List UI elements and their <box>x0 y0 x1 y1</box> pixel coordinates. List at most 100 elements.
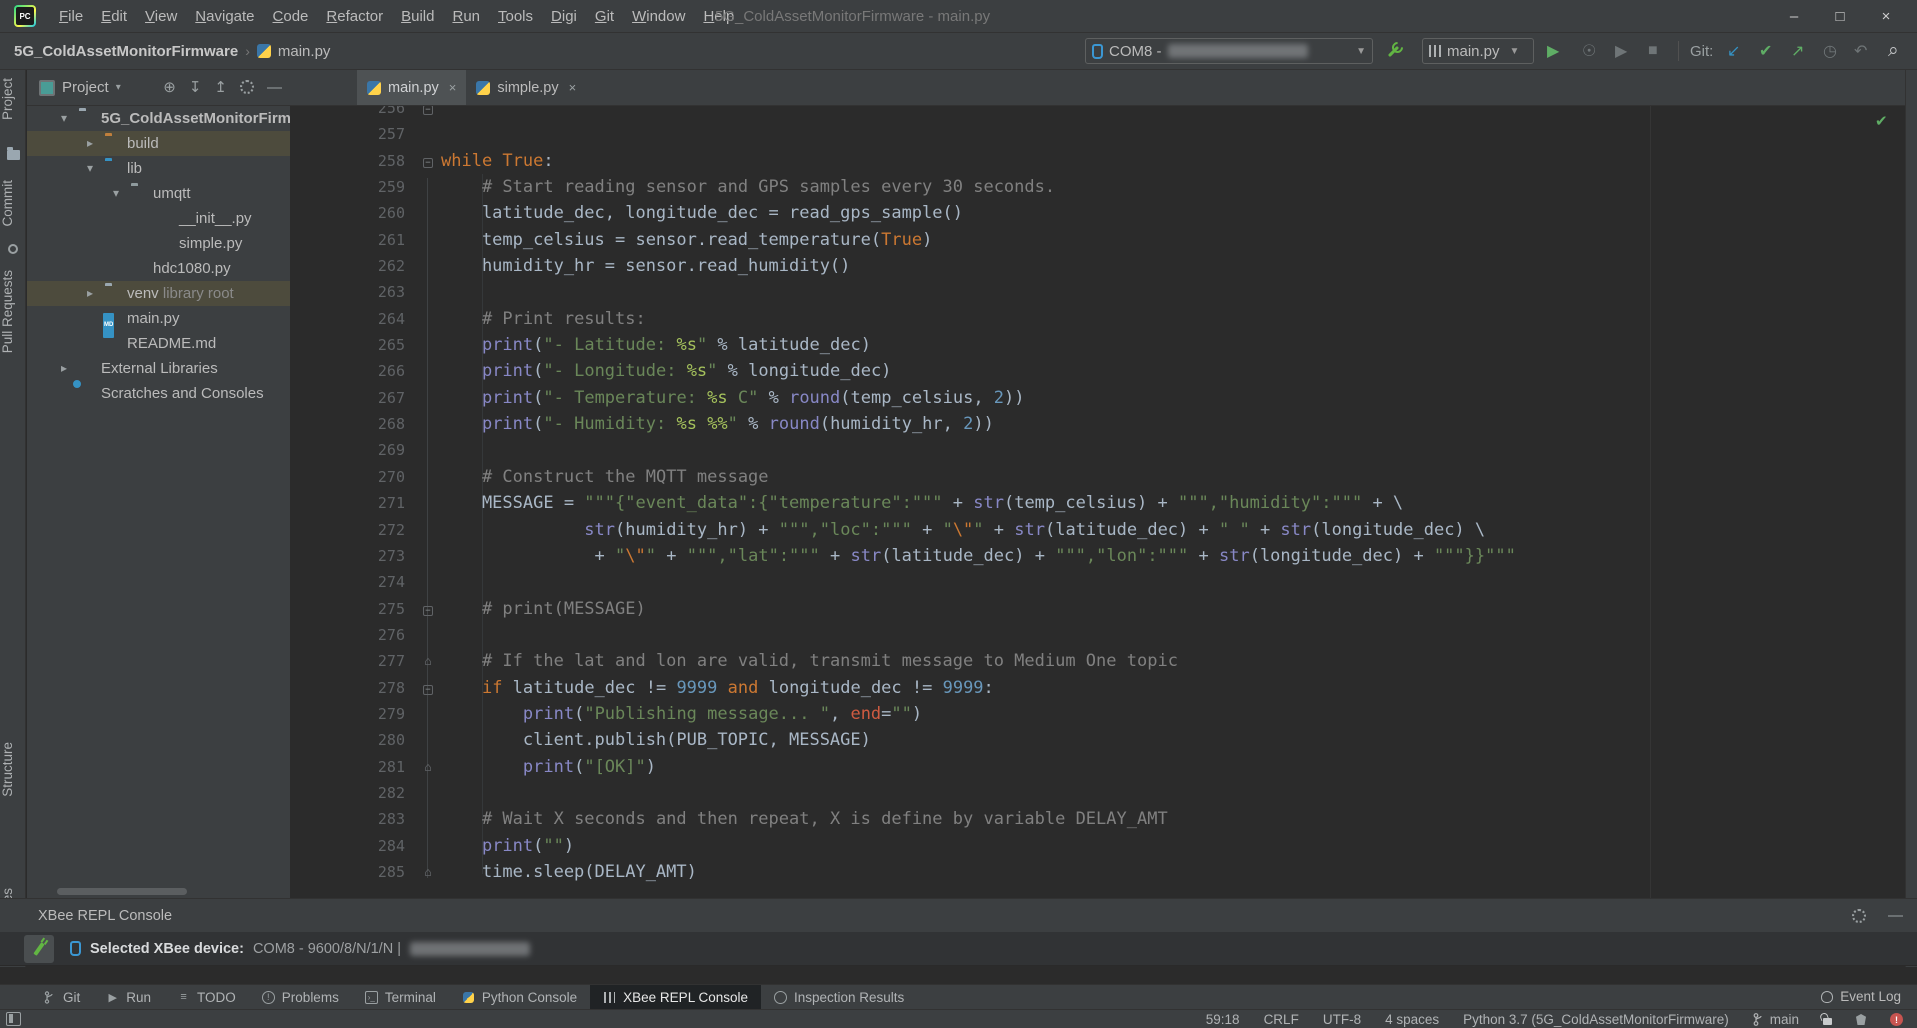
chevron-right-icon[interactable]: ▸ <box>83 281 97 306</box>
close-button[interactable]: × <box>1863 0 1909 33</box>
chevron-down-icon[interactable]: ▾ <box>83 156 97 181</box>
close-icon[interactable]: × <box>569 80 577 95</box>
folder-icon[interactable] <box>6 148 20 162</box>
menu-item-run[interactable]: Run <box>443 0 489 33</box>
project-horizontal-scrollbar[interactable] <box>57 888 187 895</box>
chevron-down-icon[interactable]: ▾ <box>116 82 121 93</box>
fold-end-icon[interactable]: ⌂ <box>420 754 436 780</box>
menu-item-edit[interactable]: Edit <box>92 0 136 33</box>
expand-all-icon[interactable]: ↧ <box>189 78 202 96</box>
toolwindow-tab-git[interactable]: Git <box>30 985 93 1009</box>
tool-window-switcher-icon[interactable] <box>6 1012 21 1026</box>
collapse-all-icon[interactable]: ↥ <box>214 78 227 96</box>
menu-item-build[interactable]: Build <box>392 0 443 33</box>
stripe-tab-structure[interactable]: Structure <box>0 742 26 797</box>
tree-row[interactable]: ▾lib <box>27 156 290 181</box>
toolwindow-tab-problems[interactable]: !Problems <box>249 985 352 1009</box>
git-branch-widget[interactable]: main <box>1753 1012 1799 1027</box>
xbee-device-combo[interactable]: COM8 - ▼ <box>1085 38 1373 64</box>
console-output-area[interactable] <box>0 967 1917 984</box>
file-encoding[interactable]: UTF-8 <box>1323 1012 1361 1027</box>
tree-row[interactable]: ▸External Libraries <box>27 356 290 381</box>
tree-row[interactable]: ▸build <box>27 131 290 156</box>
fold-marker-icon[interactable]: − <box>420 106 436 121</box>
gear-icon[interactable] <box>240 80 254 94</box>
run-config-combo[interactable]: main.py ▼ <box>1422 38 1534 64</box>
event-log-button[interactable]: Event Log <box>1821 984 1901 1009</box>
rollback-button[interactable]: ↶ <box>1854 38 1867 64</box>
shield-icon[interactable] <box>1856 1014 1866 1025</box>
project-view-title[interactable]: Project <box>62 79 109 96</box>
close-icon[interactable]: × <box>449 80 457 95</box>
code-text: print("- Temperature: %s C" % round(temp… <box>441 385 1025 411</box>
history-clock-icon[interactable]: ◷ <box>1823 38 1837 64</box>
unlock-icon[interactable] <box>1823 1018 1832 1025</box>
tree-row[interactable]: ▾umqtt <box>27 181 290 206</box>
menu-item-git[interactable]: Git <box>586 0 623 33</box>
code-editor[interactable]: 256−"""257258−while True:259 # Start rea… <box>290 106 1905 898</box>
toolwindow-tab-inspection-results[interactable]: Inspection Results <box>761 985 917 1009</box>
indent-setting[interactable]: 4 spaces <box>1385 1012 1439 1027</box>
toolwindow-tab-run[interactable]: ▶Run <box>93 985 164 1009</box>
minimize-button[interactable]: – <box>1771 0 1817 33</box>
toolwindow-tab-python-console[interactable]: Python Console <box>449 985 590 1009</box>
python-interpreter[interactable]: Python 3.7 (5G_ColdAssetMonitorFirmware) <box>1463 1012 1729 1027</box>
stop-button[interactable]: ■ <box>1648 38 1658 64</box>
git-commit-button[interactable]: ✔ <box>1759 38 1772 64</box>
tree-row[interactable]: simple.py <box>27 231 290 256</box>
gear-icon[interactable] <box>1852 909 1866 923</box>
toolwindow-tab-xbee-repl-console[interactable]: XBee REPL Console <box>590 985 761 1009</box>
tree-row[interactable]: __init__.py <box>27 206 290 231</box>
editor-tab-simple.py[interactable]: simple.py× <box>466 70 586 105</box>
chevron-down-icon[interactable]: ▾ <box>109 181 123 206</box>
stripe-tab-pull-requests[interactable]: Pull Requests <box>0 270 26 353</box>
xbee-configure-button[interactable] <box>1385 38 1403 64</box>
tree-row[interactable]: Scratches and Consoles <box>27 381 290 406</box>
editor-tab-main.py[interactable]: main.py× <box>357 70 466 105</box>
toolwindow-tab-todo[interactable]: ≡TODO <box>164 985 249 1009</box>
menu-item-file[interactable]: File <box>50 0 92 33</box>
fold-end-icon[interactable]: ⌂ <box>420 648 436 674</box>
line-number: 285 <box>290 859 405 885</box>
fold-marker-icon[interactable]: − <box>420 675 436 701</box>
toolwindow-tab-terminal[interactable]: ›_Terminal <box>352 985 449 1009</box>
fold-marker-icon[interactable]: − <box>420 148 436 174</box>
menu-item-navigate[interactable]: Navigate <box>186 0 263 33</box>
menu-item-tools[interactable]: Tools <box>489 0 542 33</box>
coverage-button[interactable]: ▶ <box>1615 38 1627 64</box>
tree-row[interactable]: main.py <box>27 306 290 331</box>
stripe-tab-project[interactable]: Project <box>0 78 26 120</box>
fatal-error-badge[interactable]: ! <box>1890 1013 1903 1026</box>
menu-item-refactor[interactable]: Refactor <box>317 0 392 33</box>
caret-position[interactable]: 59:18 <box>1206 1012 1240 1027</box>
stripe-tab-commit[interactable]: Commit <box>0 180 26 227</box>
code-text: str(humidity_hr) + ""","loc":""" + "\"" … <box>441 517 1485 543</box>
chevron-right-icon[interactable]: ▸ <box>83 131 97 156</box>
menu-item-window[interactable]: Window <box>623 0 694 33</box>
git-update-button[interactable]: ↙ <box>1727 38 1740 64</box>
locate-file-icon[interactable]: ⊕ <box>163 78 176 96</box>
code-text: if latitude_dec != 9999 and longitude_de… <box>441 675 994 701</box>
hide-panel-icon[interactable]: — <box>1888 907 1903 924</box>
run-button[interactable]: ▶ <box>1547 38 1559 64</box>
commit-icon[interactable] <box>6 242 20 256</box>
fold-marker-icon[interactable]: − <box>420 596 436 622</box>
tree-row[interactable]: ▾5G_ColdAssetMonitorFirmware [gps_uart <box>27 106 290 131</box>
chevron-down-icon[interactable]: ▾ <box>57 106 71 131</box>
hide-panel-icon[interactable]: — <box>267 79 282 96</box>
tree-row[interactable]: hdc1080.py <box>27 256 290 281</box>
fold-end-icon[interactable]: ⌂ <box>420 859 436 885</box>
menu-item-digi[interactable]: Digi <box>542 0 586 33</box>
tree-row[interactable]: ▸venv library root <box>27 281 290 306</box>
git-push-button[interactable]: ↗ <box>1791 38 1804 64</box>
inspections-ok-icon[interactable]: ✔ <box>1875 112 1888 130</box>
line-separator[interactable]: CRLF <box>1264 1012 1299 1027</box>
tree-row[interactable]: README.md <box>27 331 290 356</box>
search-everywhere-icon[interactable]: ⌕ <box>1888 38 1899 64</box>
debug-button[interactable]: ☉ <box>1582 38 1596 64</box>
maximize-button[interactable]: □ <box>1817 0 1863 33</box>
menu-item-view[interactable]: View <box>136 0 186 33</box>
connect-button[interactable] <box>24 935 54 963</box>
menu-item-code[interactable]: Code <box>264 0 318 33</box>
chevron-right-icon[interactable]: ▸ <box>57 356 71 381</box>
